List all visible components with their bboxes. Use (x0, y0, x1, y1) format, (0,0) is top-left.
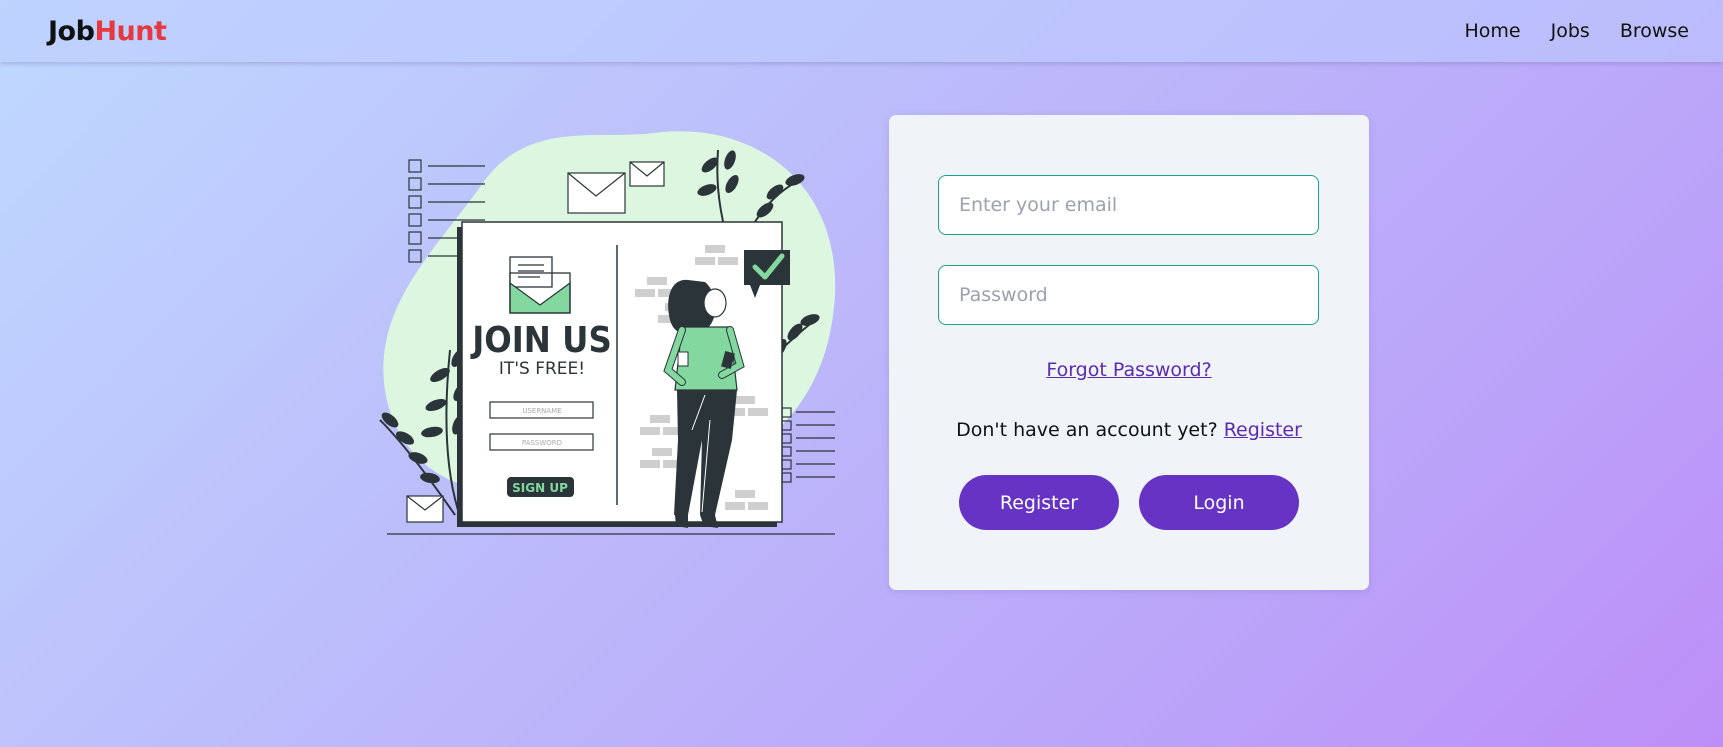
login-card: Forgot Password? Don't have an account y… (889, 115, 1369, 590)
join-us-heading: JOIN US (470, 320, 612, 361)
logo[interactable]: JobHunt (48, 15, 167, 47)
password-label: PASSWORD (522, 439, 562, 447)
join-us-illustration: JOIN US IT'S FREE! USERNAME PASSWORD SIG… (379, 131, 836, 535)
logo-hunt: Hunt (94, 15, 167, 47)
password-field[interactable] (938, 265, 1319, 325)
register-prompt: Don't have an account yet? Register (889, 419, 1369, 441)
nav-browse[interactable]: Browse (1620, 20, 1689, 42)
nav-home[interactable]: Home (1465, 20, 1521, 42)
nav-links: Home Jobs Browse (1465, 20, 1689, 42)
login-button[interactable]: Login (1139, 475, 1299, 530)
forgot-password-link[interactable]: Forgot Password? (889, 359, 1369, 381)
register-link[interactable]: Register (1224, 419, 1302, 441)
nav-jobs[interactable]: Jobs (1551, 20, 1590, 42)
username-label: USERNAME (522, 407, 561, 415)
email-field[interactable] (938, 175, 1319, 235)
logo-job: Job (48, 15, 95, 47)
register-button[interactable]: Register (959, 475, 1119, 530)
no-account-text: Don't have an account yet? (956, 419, 1224, 441)
its-free-subheading: IT'S FREE! (499, 359, 585, 379)
sign-up-label: SIGN UP (512, 481, 568, 495)
navbar: JobHunt Home Jobs Browse (0, 0, 1723, 62)
